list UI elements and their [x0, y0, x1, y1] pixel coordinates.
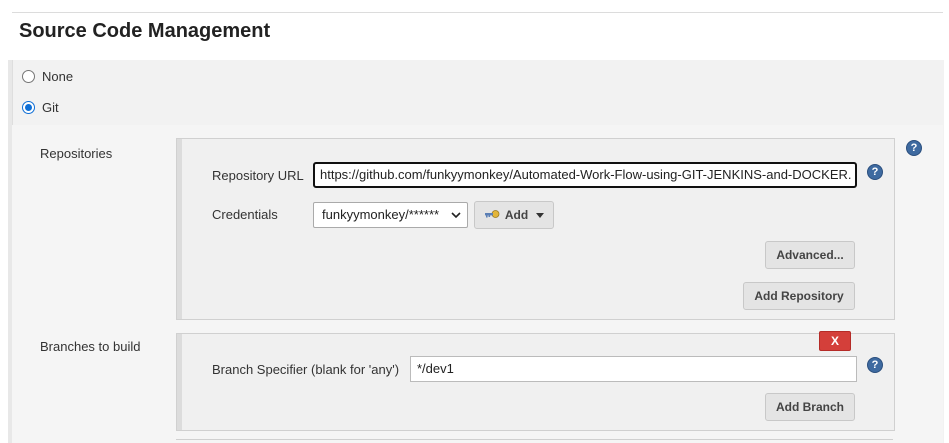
delete-branch-button[interactable]: X	[819, 331, 851, 351]
add-branch-button[interactable]: Add Branch	[765, 393, 855, 421]
credentials-select[interactable]: funkyymonkey/******	[313, 202, 468, 228]
repository-url-input[interactable]: https://github.com/funkyymonkey/Automate…	[313, 162, 857, 188]
radio-none-label: None	[42, 69, 74, 84]
add-repository-button[interactable]: Add Repository	[743, 282, 855, 310]
repository-url-label: Repository URL	[212, 168, 304, 183]
key-icon	[484, 210, 500, 218]
radio-none-row[interactable]: None	[22, 69, 73, 84]
help-icon[interactable]: ?	[867, 357, 883, 373]
caret-down-icon	[536, 212, 545, 218]
branch-specifier-label: Branch Specifier (blank for 'any')	[212, 362, 400, 377]
section-title: Source Code Management	[19, 20, 271, 42]
top-divider	[12, 12, 943, 13]
add-credentials-button[interactable]: Add	[474, 201, 554, 229]
radio-git-row[interactable]: Git	[22, 100, 59, 115]
next-block-edge	[176, 439, 893, 440]
repository-block-bar	[177, 139, 182, 319]
radio-git[interactable]	[22, 101, 35, 114]
repositories-label: Repositories	[40, 146, 113, 161]
radio-git-label: Git	[42, 100, 59, 115]
credentials-label: Credentials	[212, 207, 278, 222]
help-icon[interactable]: ?	[867, 164, 883, 180]
help-icon[interactable]: ?	[906, 140, 922, 156]
radio-none[interactable]	[22, 70, 35, 83]
credentials-value: funkyymonkey/******	[322, 207, 440, 222]
chevron-down-icon	[451, 212, 461, 219]
branches-label: Branches to build	[40, 339, 141, 354]
branch-specifier-input[interactable]: */dev1	[410, 356, 857, 382]
add-credentials-label: Add	[504, 208, 529, 222]
advanced-button[interactable]: Advanced...	[765, 241, 855, 269]
branch-block-bar	[177, 334, 182, 430]
